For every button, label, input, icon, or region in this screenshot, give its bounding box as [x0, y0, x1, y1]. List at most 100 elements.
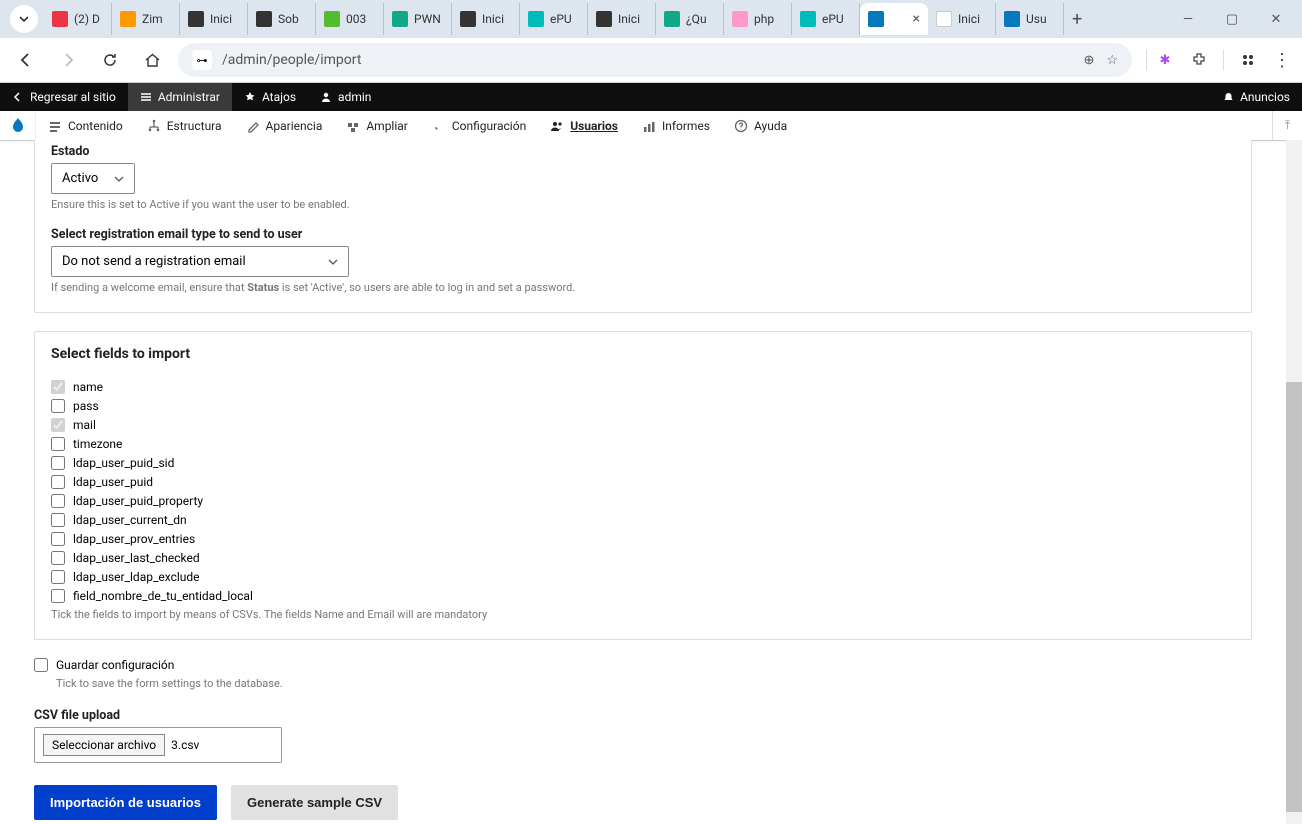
field-check-row: ldap_user_last_checked [51, 551, 1235, 565]
field-label[interactable]: ldap_user_last_checked [73, 551, 200, 565]
field-checkbox-field_nombre_de_tu_entidad_local[interactable] [51, 589, 65, 603]
toolbar-item-ampliar[interactable]: Ampliar [334, 111, 420, 140]
profile-icon[interactable] [1238, 50, 1258, 70]
reload-button[interactable] [94, 44, 126, 76]
field-label[interactable]: ldap_user_prov_entries [73, 532, 195, 546]
csv-label: CSV file upload [34, 708, 1252, 723]
field-label[interactable]: field_nombre_de_tu_entidad_local [73, 589, 253, 603]
shortcuts-link[interactable]: Atajos [232, 83, 308, 111]
field-label[interactable]: ldap_user_current_dn [73, 513, 187, 527]
field-label[interactable]: pass [73, 399, 99, 413]
save-config-checkbox[interactable] [34, 658, 48, 672]
tab-label: Inici [210, 12, 239, 26]
extensions-area: ✱ ⋮ [1146, 50, 1292, 70]
browser-tab[interactable]: Inici [452, 3, 520, 35]
manage-toggle[interactable]: Administrar [128, 83, 232, 111]
field-check-row: timezone [51, 437, 1235, 451]
window-controls: — ▢ ✕ [1166, 3, 1298, 35]
maximize-button[interactable]: ▢ [1210, 3, 1254, 35]
forward-button[interactable] [52, 44, 84, 76]
browser-tab[interactable]: Inici [180, 3, 248, 35]
browser-tab[interactable]: 003 [316, 3, 384, 35]
site-settings-icon[interactable]: ⊶ [192, 50, 212, 70]
field-label[interactable]: ldap_user_puid_property [73, 494, 203, 508]
choose-file-button[interactable]: Seleccionar archivo [43, 734, 165, 756]
reg-email-select[interactable]: Do not send a registration email [51, 246, 349, 277]
bell-icon [1223, 92, 1234, 103]
browser-tab[interactable]: ePU [520, 3, 588, 35]
browser-tab[interactable]: × [860, 3, 928, 35]
favicon-icon [460, 11, 476, 27]
toolbar-item-label: Usuarios [570, 119, 618, 133]
field-checkbox-ldap_user_ldap_exclude[interactable] [51, 570, 65, 584]
tab-search-button[interactable] [10, 5, 38, 33]
browser-tab[interactable]: Zim [112, 3, 180, 35]
field-label[interactable]: mail [73, 418, 96, 432]
back-button[interactable] [10, 44, 42, 76]
extension-icon-1[interactable]: ✱ [1155, 50, 1175, 70]
field-checkbox-ldap_user_puid_sid[interactable] [51, 456, 65, 470]
minimize-button[interactable]: — [1166, 3, 1210, 35]
browser-tab[interactable]: Sob [248, 3, 316, 35]
field-label[interactable]: timezone [73, 437, 122, 451]
field-checkbox-timezone[interactable] [51, 437, 65, 451]
close-tab-icon[interactable]: × [913, 11, 920, 27]
browser-tab[interactable]: php [724, 3, 792, 35]
back-to-site-link[interactable]: Regresar al sitio [0, 83, 128, 111]
tab-label: 003 [346, 12, 375, 26]
toolbar-item-ayuda[interactable]: Ayuda [722, 111, 799, 140]
field-label[interactable]: ldap_user_puid_sid [73, 456, 174, 470]
browser-tab[interactable]: ¿Qu [656, 3, 724, 35]
toolbar-icon [550, 119, 564, 133]
toolbar-orientation-toggle[interactable]: ⤒ [1272, 111, 1302, 140]
toolbar-icon [642, 119, 656, 133]
field-checkbox-mail [51, 418, 65, 432]
browser-tab[interactable]: ePU [792, 3, 860, 35]
field-checkbox-ldap_user_puid_property[interactable] [51, 494, 65, 508]
field-checkbox-ldap_user_last_checked[interactable] [51, 551, 65, 565]
drupal-home-link[interactable] [0, 111, 36, 140]
toolbar-item-configuración[interactable]: Configuración [420, 111, 538, 140]
home-button[interactable] [136, 44, 168, 76]
field-checkbox-ldap_user_prov_entries[interactable] [51, 532, 65, 546]
user-menu[interactable]: admin [308, 83, 383, 111]
generate-sample-button[interactable]: Generate sample CSV [231, 785, 398, 820]
field-label[interactable]: ldap_user_ldap_exclude [73, 570, 200, 584]
estado-select[interactable]: Activo [51, 163, 135, 194]
browser-tab[interactable]: Inici [928, 3, 996, 35]
announcements-label: Anuncios [1240, 90, 1290, 104]
announcements-link[interactable]: Anuncios [1211, 83, 1302, 111]
browser-chrome: (2) DZimIniciSob003PWNIniciePUInici¿Quph… [0, 0, 1302, 83]
toolbar-item-apariencia[interactable]: Apariencia [234, 111, 335, 140]
toolbar-icon [246, 119, 260, 133]
favicon-icon [1004, 11, 1020, 27]
toolbar-item-informes[interactable]: Informes [630, 111, 722, 140]
favicon-icon [52, 11, 68, 27]
field-label[interactable]: ldap_user_puid [73, 475, 153, 489]
new-tab-button[interactable]: + [1064, 9, 1090, 30]
url-text: /admin/people/import [222, 52, 361, 68]
field-checkbox-ldap_user_current_dn[interactable] [51, 513, 65, 527]
browser-tab[interactable]: Inici [588, 3, 656, 35]
submit-import-button[interactable]: Importación de usuarios [34, 785, 217, 820]
browser-menu-button[interactable]: ⋮ [1272, 50, 1292, 70]
close-window-button[interactable]: ✕ [1254, 3, 1298, 35]
save-config-label[interactable]: Guardar configuración [56, 658, 174, 672]
browser-tab[interactable]: PWN [384, 3, 452, 35]
toolbar-item-usuarios[interactable]: Usuarios [538, 111, 630, 140]
bookmark-icon[interactable]: ☆ [1106, 53, 1118, 68]
url-bar[interactable]: ⊶ /admin/people/import ⊕ ☆ [178, 43, 1132, 77]
field-checkbox-ldap_user_puid[interactable] [51, 475, 65, 489]
tab-label: ePU [822, 12, 851, 26]
csv-file-input[interactable]: Seleccionar archivo 3.csv [34, 727, 282, 763]
zoom-icon[interactable]: ⊕ [1083, 53, 1094, 68]
scrollbar-thumb[interactable] [1286, 382, 1302, 812]
field-label[interactable]: name [73, 380, 103, 394]
toolbar-item-estructura[interactable]: Estructura [135, 111, 234, 140]
field-checkbox-pass[interactable] [51, 399, 65, 413]
browser-tab[interactable]: Usu [996, 3, 1064, 35]
browser-tab[interactable]: (2) D [44, 3, 112, 35]
extensions-button[interactable] [1189, 50, 1209, 70]
toolbar-item-contenido[interactable]: Contenido [36, 111, 135, 140]
tab-label: PWN [414, 12, 443, 26]
